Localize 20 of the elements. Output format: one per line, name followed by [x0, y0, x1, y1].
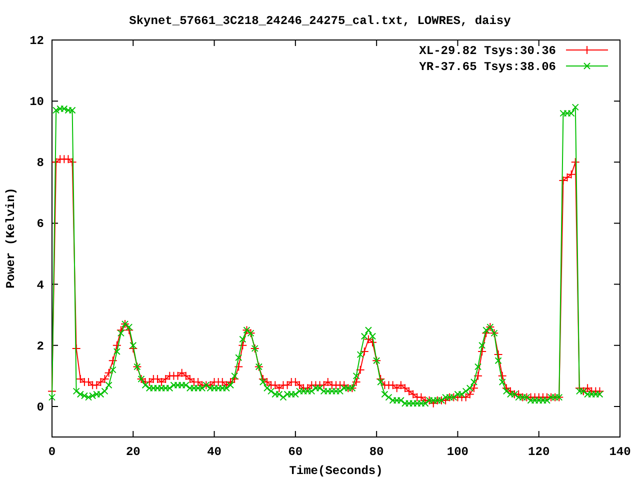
legend-label: XL-29.82 Tsys:30.36 — [419, 44, 556, 58]
x-tick-label: 40 — [207, 445, 222, 459]
x-axis-label: Time(Seconds) — [289, 464, 383, 478]
x-tick-label: 60 — [288, 445, 303, 459]
y-tick-label: 4 — [36, 278, 44, 292]
legend-label: YR-37.65 Tsys:38.06 — [419, 60, 556, 74]
y-tick-label: 10 — [30, 95, 44, 110]
x-tick-label: 140 — [609, 445, 631, 459]
y-tick-label: 6 — [36, 217, 44, 232]
x-tick-label: 80 — [369, 445, 384, 459]
y-tick-label: 0 — [36, 400, 44, 414]
y-axis-label: Power (Kelvin) — [4, 188, 18, 288]
y-tick-label: 12 — [30, 34, 44, 48]
x-tick-label: 120 — [528, 445, 550, 459]
chart-title: Skynet_57661_3C218_24246_24275_cal.txt, LOWRES, daisy — [129, 14, 511, 28]
y-tick-label: 2 — [36, 339, 44, 354]
x-tick-label: 20 — [126, 445, 140, 459]
y-tick-label: 8 — [36, 156, 44, 170]
x-tick-label: 100 — [446, 445, 469, 459]
x-tick-label: 0 — [48, 445, 56, 459]
